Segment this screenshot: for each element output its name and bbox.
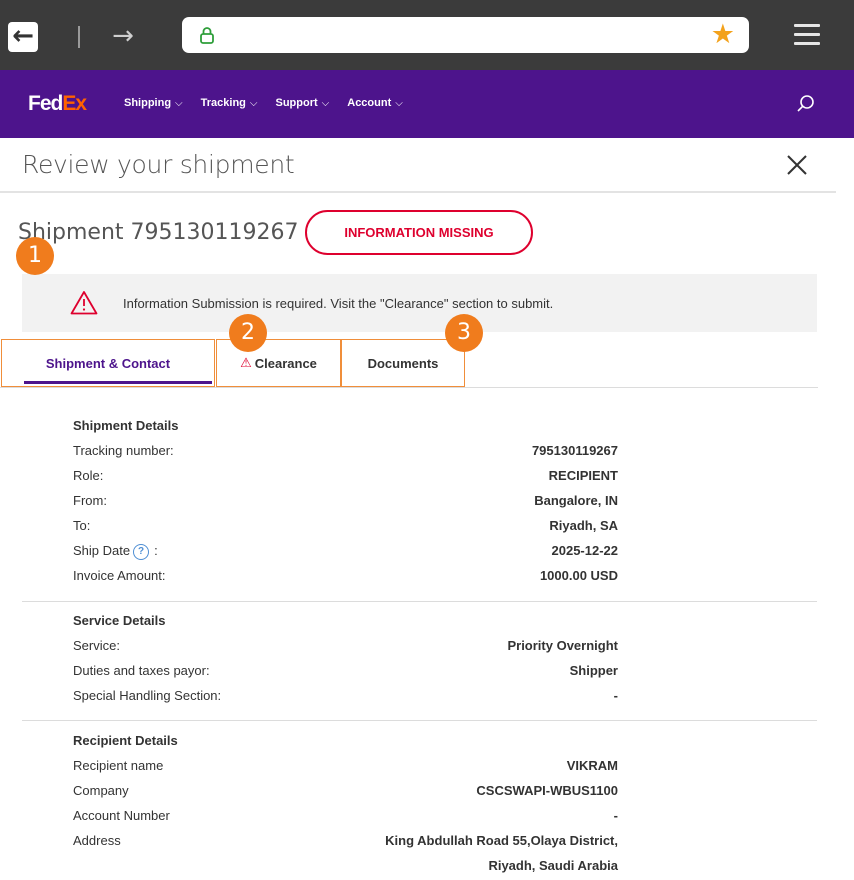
section-divider xyxy=(22,720,817,721)
shipment-details-section: Shipment Details Tracking number: 7951301… xyxy=(73,413,618,588)
tabs-divider xyxy=(0,387,818,388)
forward-button[interactable]: → xyxy=(108,22,138,52)
active-tab-indicator xyxy=(24,381,212,384)
address-bar[interactable]: ★ xyxy=(182,17,749,53)
nav-shipping[interactable]: Shipping ⌵ xyxy=(124,97,183,109)
address-line-2: Riyadh, Saudi Arabia xyxy=(488,858,618,873)
chevron-down-icon: ⌵ xyxy=(175,97,183,109)
section-title: Service Details xyxy=(73,613,166,628)
chevron-down-icon: ⌵ xyxy=(249,97,258,109)
detail-row: Duties and taxes payor: Shipper xyxy=(73,663,618,678)
service-details-section: Service Details Service: Priority Overnig… xyxy=(73,608,618,708)
browser-menu-icon[interactable] xyxy=(794,24,820,46)
chevron-down-icon: ⌵ xyxy=(321,97,330,109)
nav-tracking[interactable]: Tracking ⌵ xyxy=(201,97,258,109)
shipment-number: Shipment 795130119267 xyxy=(18,220,299,245)
tab-shipment-contact[interactable]: Shipment & Contact xyxy=(1,339,215,387)
lock-icon xyxy=(200,27,214,44)
detail-row: Address King Abdullah Road 55,Olaya Distr… xyxy=(73,833,618,848)
warning-icon: ⚠ xyxy=(240,355,252,371)
alert-message: Information Submission is required. Visi… xyxy=(123,296,554,311)
detail-row: Company CSCSWAPI-WBUS1100 xyxy=(73,783,618,798)
step-marker-2: 2 xyxy=(229,314,267,352)
detail-row: Recipient name VIKRAM xyxy=(73,758,618,773)
nav-separator xyxy=(78,26,80,48)
help-icon[interactable]: ? xyxy=(133,543,150,560)
warning-icon xyxy=(70,291,98,315)
detail-row: Service: Priority Overnight xyxy=(73,638,618,653)
nav-account[interactable]: Account ⌵ xyxy=(347,97,403,109)
browser-toolbar: ← → ★ xyxy=(0,0,854,70)
section-title: Shipment Details xyxy=(73,418,179,433)
tab-documents[interactable]: Documents xyxy=(341,339,465,387)
detail-row: Special Handling Section: - xyxy=(73,688,618,703)
site-header: FedEx Shipping ⌵ Tracking ⌵ Support ⌵ Accou… xyxy=(0,70,854,138)
close-icon[interactable] xyxy=(786,154,808,176)
title-divider xyxy=(0,191,836,193)
detail-row: Role: RECIPIENT xyxy=(73,468,618,483)
detail-row: Account Number - xyxy=(73,808,618,823)
section-divider xyxy=(22,601,817,602)
detail-row: From: Bangalore, IN xyxy=(73,493,618,508)
detail-row: To: Riyadh, SA xyxy=(73,518,618,533)
nav-support[interactable]: Support ⌵ xyxy=(275,97,329,109)
page-title: Review your shipment xyxy=(22,150,295,179)
detail-row: Ship Date?: 2025-12-22 xyxy=(73,543,618,560)
section-title: Recipient Details xyxy=(73,733,178,748)
chevron-down-icon: ⌵ xyxy=(395,97,403,109)
fedex-logo[interactable]: FedEx xyxy=(28,92,87,116)
detail-row: Tracking number: 795130119267 xyxy=(73,443,618,458)
recipient-details-section: Recipient Details Recipient name VIKRAM C… xyxy=(73,728,618,878)
main-nav: Shipping ⌵ Tracking ⌵ Support ⌵ Account ⌵ xyxy=(124,97,403,109)
search-icon[interactable] xyxy=(796,94,816,114)
step-marker-1: 1 xyxy=(16,237,54,275)
status-badge: INFORMATION MISSING xyxy=(305,210,533,255)
step-marker-3: 3 xyxy=(445,314,483,352)
back-button[interactable]: ← xyxy=(8,22,38,52)
bookmark-star-icon[interactable]: ★ xyxy=(711,20,735,50)
alert-banner: Information Submission is required. Visi… xyxy=(22,274,817,332)
detail-row: Invoice Amount: 1000.00 USD xyxy=(73,568,618,583)
